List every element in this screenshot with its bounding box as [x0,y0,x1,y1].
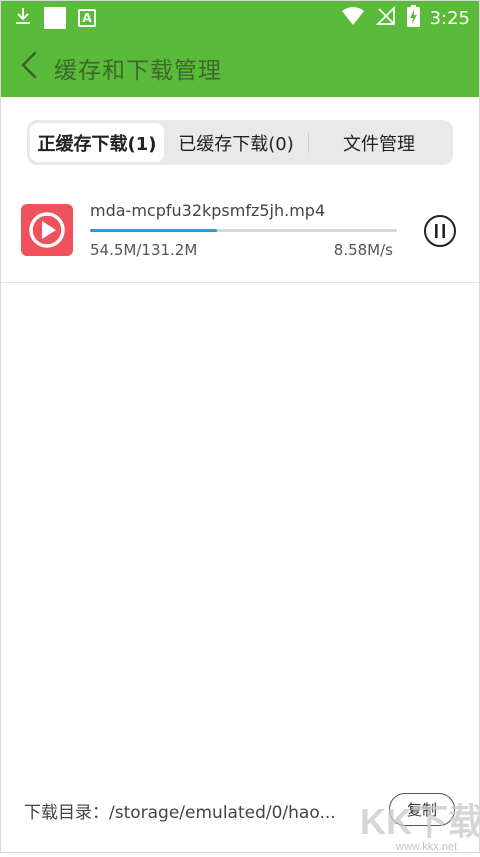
download-tabs: 正缓存下载(1) 已缓存下载(0) 文件管理 [27,120,453,165]
download-item[interactable]: mda-mcpfu32kpsmfz5jh.mp4 54.5M/131.2M 8.… [0,190,480,283]
no-signal-icon [375,5,397,31]
svg-text:KK下载: KK下载 [360,801,480,842]
tab-file-manager[interactable]: 文件管理 [308,123,450,162]
chevron-left-icon [21,51,37,79]
watermark-logo: KK下载 www.kkx.net [356,790,480,853]
tab-downloaded[interactable]: 已缓存下载(0) [164,123,308,162]
status-time: 3:25 [429,7,470,29]
download-filename: mda-mcpfu32kpsmfz5jh.mp4 [90,201,326,220]
wifi-icon [341,6,365,30]
status-bar: A 3:25 [0,0,480,34]
white-square-icon [44,7,66,29]
download-speed: 8.58M/s [333,241,393,259]
download-size: 54.5M/131.2M [90,241,198,259]
status-right-icons: 3:25 [341,5,470,31]
download-icon [14,6,32,30]
svg-text:www.kkx.net: www.kkx.net [395,841,457,853]
top-bar: A 3:25 缓存和下载管理 [0,0,480,97]
tab-downloading[interactable]: 正缓存下载(1) [30,123,164,162]
download-progress-bar [90,229,397,232]
list-divider [0,282,480,283]
page-title: 缓存和下载管理 [54,58,222,84]
status-left-icons: A [14,6,96,30]
battery-charging-icon [406,5,420,31]
video-play-icon [21,204,73,256]
download-progress-fill [90,229,218,232]
download-path: 下载目录：/storage/emulated/0/hao... [24,803,336,823]
pause-icon [424,215,456,247]
a-badge-icon: A [78,9,96,27]
header: 缓存和下载管理 [0,34,480,97]
pause-button[interactable] [423,214,457,248]
back-button[interactable] [16,50,44,80]
